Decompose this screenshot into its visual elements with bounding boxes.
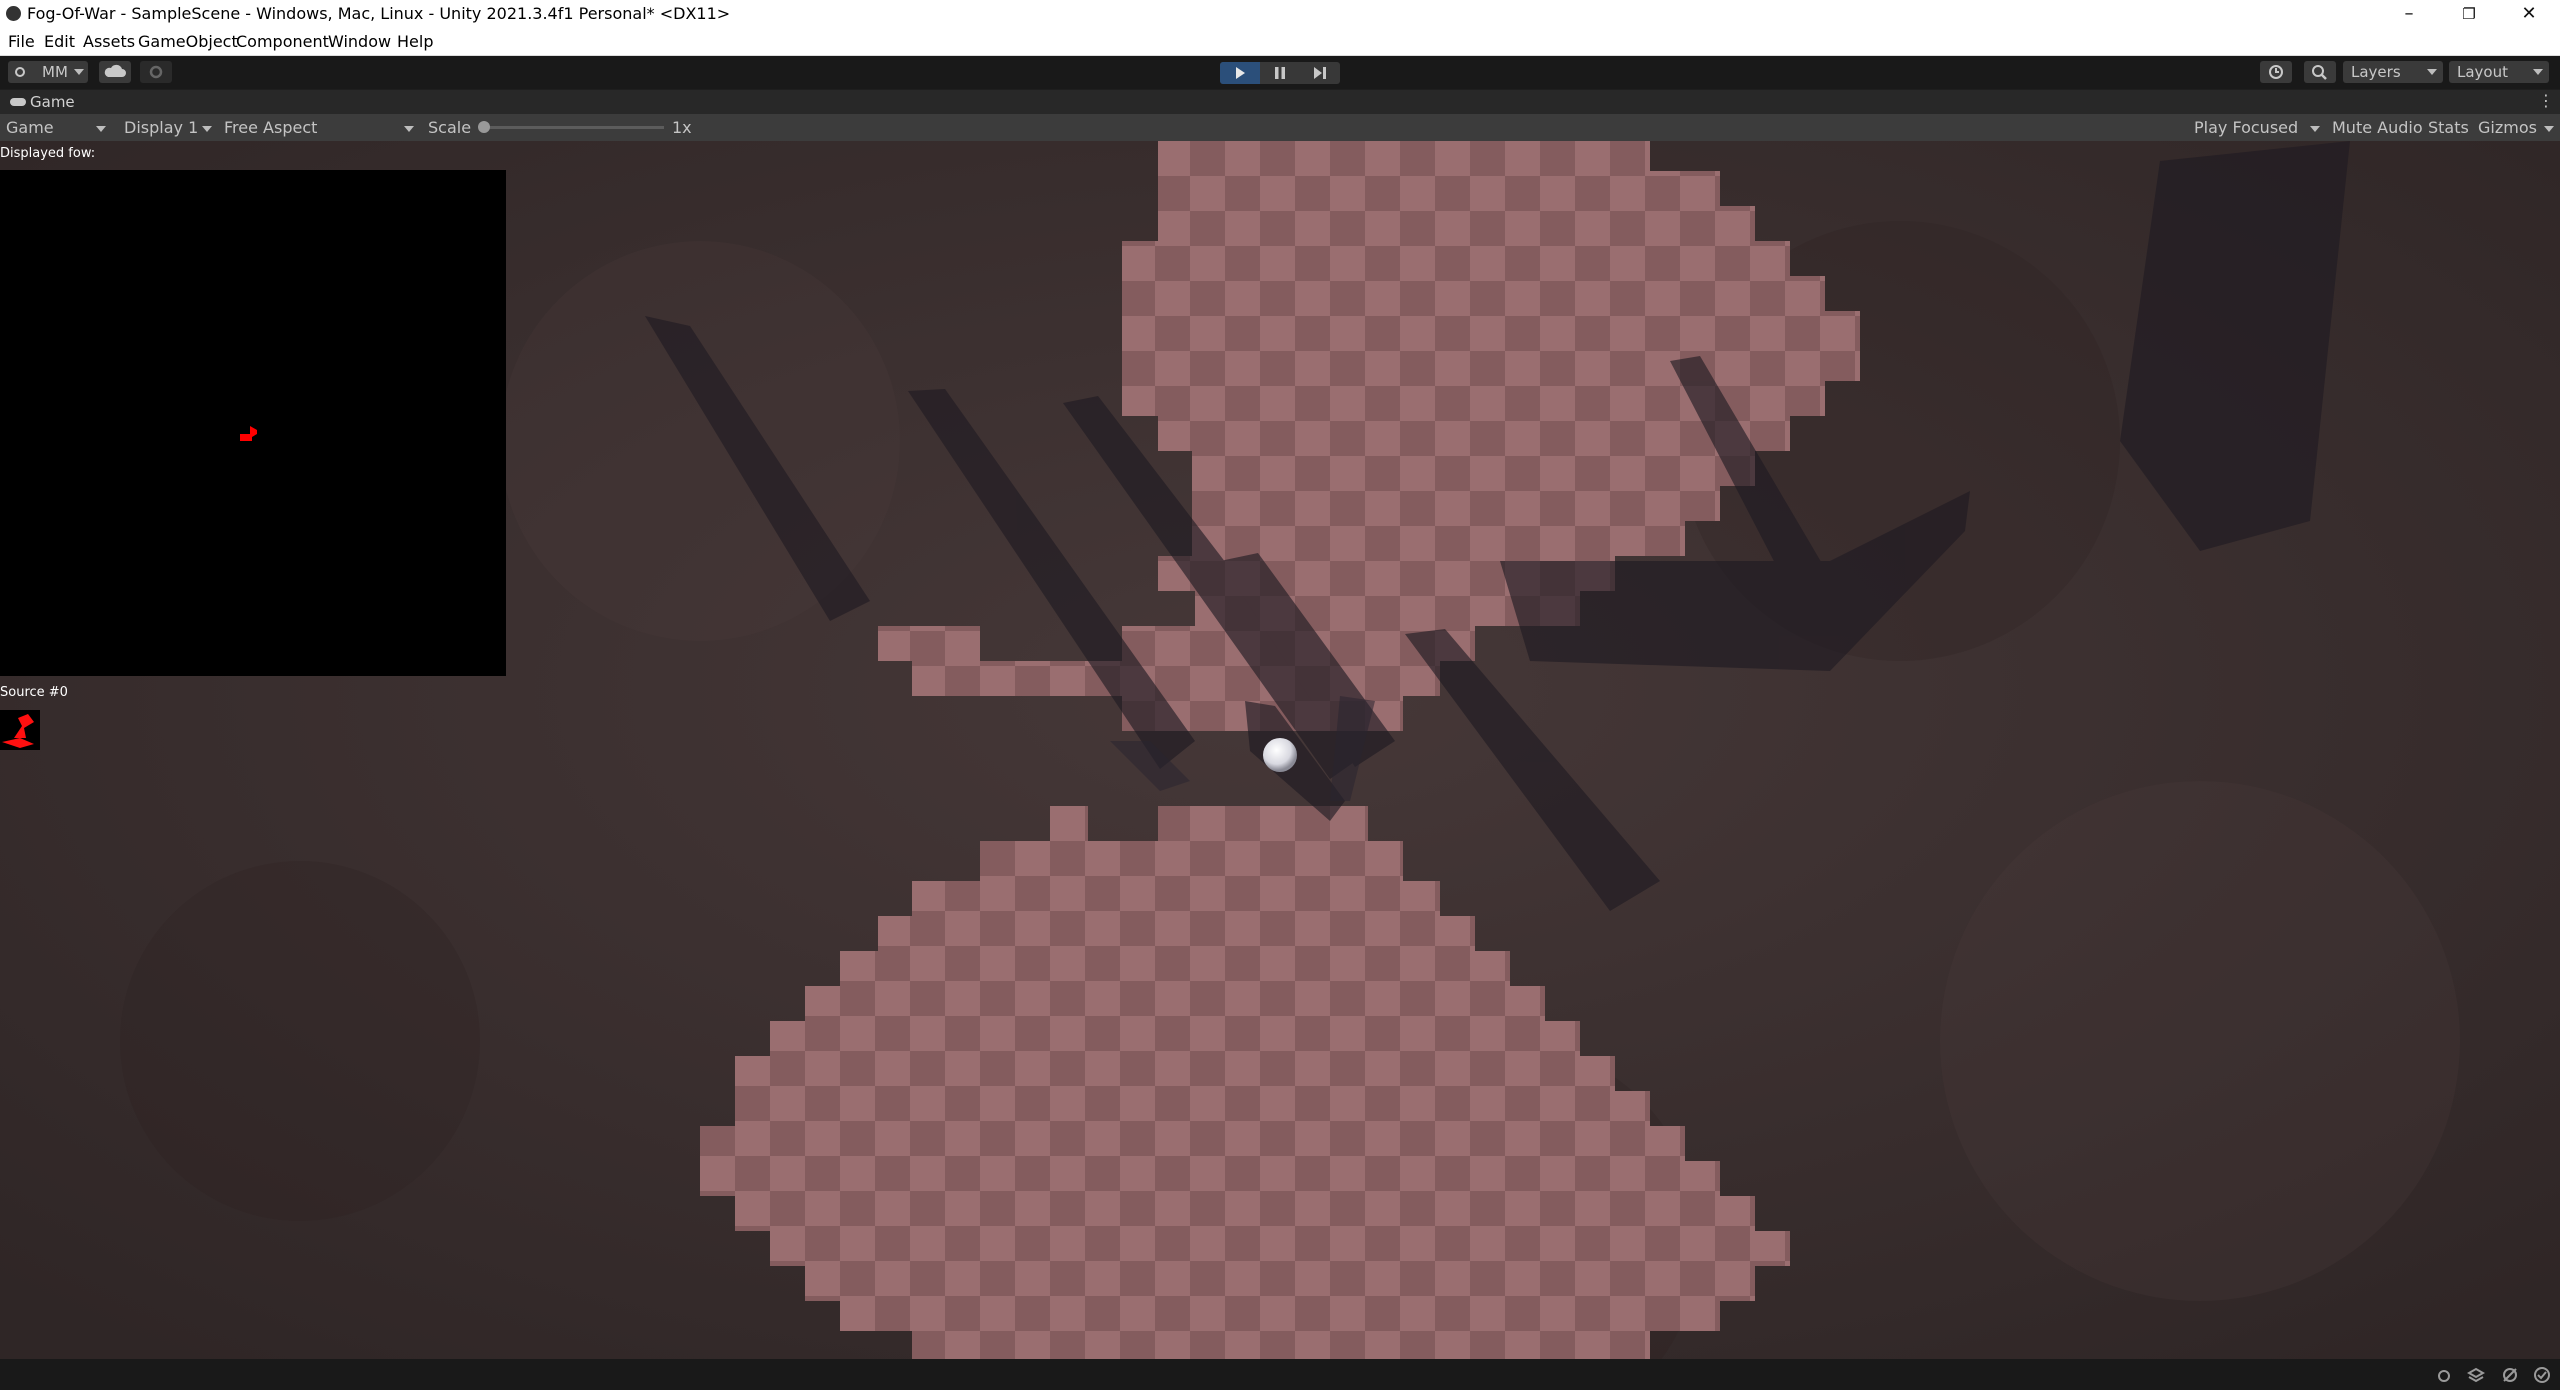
search-button[interactable] [2304, 61, 2336, 83]
player-sphere [1263, 738, 1297, 772]
play-mode-select[interactable]: Play Focused [2194, 118, 2322, 137]
lighting-icon[interactable] [2500, 1365, 2520, 1385]
menu-edit[interactable]: Edit [44, 32, 75, 51]
fow-texture-panel [0, 170, 506, 676]
aspect-select-value: Free Aspect [224, 118, 318, 137]
step-button[interactable] [1300, 62, 1340, 84]
minimize-button[interactable]: – [2380, 0, 2438, 28]
stats-toggle[interactable]: Stats [2428, 118, 2469, 137]
collab-button[interactable] [140, 61, 172, 83]
history-button[interactable] [2260, 61, 2292, 83]
check-icon[interactable] [2532, 1365, 2552, 1385]
gizmos-dropdown[interactable]: Gizmos [2478, 118, 2558, 137]
chevron-down-icon [2310, 126, 2320, 132]
tab-game[interactable]: Game [0, 90, 90, 114]
account-icon [15, 67, 25, 77]
search-icon [2312, 65, 2327, 80]
main-toolbar: MM Layers Layout [0, 56, 2560, 89]
window-title: Fog-Of-War - SampleScene - Windows, Mac,… [27, 4, 731, 23]
account-dropdown[interactable]: MM [8, 61, 88, 83]
chevron-down-icon [2427, 69, 2437, 75]
scale-label: Scale [428, 118, 472, 137]
source-thumbnail [0, 710, 40, 750]
maximize-button[interactable]: ❐ [2440, 0, 2498, 28]
display-select-value: Display 1 [124, 118, 199, 137]
pause-button[interactable] [1260, 62, 1300, 84]
tab-game-label: Game [30, 93, 75, 111]
unity-logo-icon [6, 6, 21, 21]
chevron-down-icon [404, 126, 414, 132]
game-viewport[interactable]: Displayed fow: Source #0 [0, 141, 2560, 1359]
title-bar: Fog-Of-War - SampleScene - Windows, Mac,… [0, 0, 2560, 28]
chevron-down-icon [74, 69, 84, 75]
history-icon [2269, 65, 2283, 79]
layers-icon[interactable] [2466, 1365, 2486, 1385]
chevron-down-icon [2544, 126, 2554, 132]
mute-audio-toggle[interactable]: Mute Audio [2332, 118, 2423, 137]
display-select[interactable]: Display 1 [124, 118, 216, 137]
play-mode-value: Play Focused [2194, 118, 2299, 137]
play-icon [1236, 67, 1245, 79]
source-label: Source #0 [0, 685, 68, 700]
layers-label: Layers [2351, 63, 2401, 81]
gamepad-icon [10, 98, 26, 106]
close-button[interactable]: ✕ [2500, 0, 2558, 28]
menu-assets[interactable]: Assets [83, 32, 135, 51]
play-button[interactable] [1220, 62, 1260, 84]
chevron-down-icon [2533, 69, 2543, 75]
account-label: MM [42, 63, 68, 81]
pause-icon [1275, 67, 1285, 79]
menu-component[interactable]: Component [236, 32, 329, 51]
scale-slider-thumb[interactable] [478, 121, 490, 133]
view-select-value: Game [6, 118, 54, 137]
game-tab-bar: Game ⋮ [0, 90, 2560, 114]
aspect-select[interactable]: Free Aspect [224, 118, 420, 137]
menu-window[interactable]: Window [328, 32, 391, 51]
source-marker-icon [2, 714, 34, 748]
scale-slider[interactable] [478, 121, 664, 133]
game-view-toolbar: Game Display 1 Free Aspect Scale 1x Play… [0, 114, 2560, 141]
gear-icon [149, 65, 163, 79]
chevron-down-icon [202, 126, 212, 132]
more-menu-icon[interactable]: ⋮ [2538, 91, 2554, 110]
menu-gameobject[interactable]: GameObject [138, 32, 238, 51]
layout-label: Layout [2457, 63, 2508, 81]
menu-bar: File Edit Assets GameObject Component Wi… [0, 28, 2560, 56]
view-select[interactable]: Game [6, 118, 110, 137]
cloud-button[interactable] [99, 61, 131, 83]
step-icon [1314, 67, 1326, 79]
chevron-down-icon [96, 126, 106, 132]
menu-file[interactable]: File [8, 32, 35, 51]
status-bar [0, 1359, 2560, 1390]
play-controls [1220, 62, 1340, 84]
fow-source-marker [240, 426, 257, 441]
menu-help[interactable]: Help [397, 32, 433, 51]
displayed-fow-label: Displayed fow: [0, 146, 96, 161]
layers-dropdown[interactable]: Layers [2343, 61, 2443, 83]
scale-value: 1x [672, 118, 692, 137]
layout-dropdown[interactable]: Layout [2449, 61, 2549, 83]
cloud-icon [104, 64, 126, 77]
gizmos-label: Gizmos [2478, 118, 2537, 137]
bug-icon[interactable] [2434, 1365, 2454, 1385]
